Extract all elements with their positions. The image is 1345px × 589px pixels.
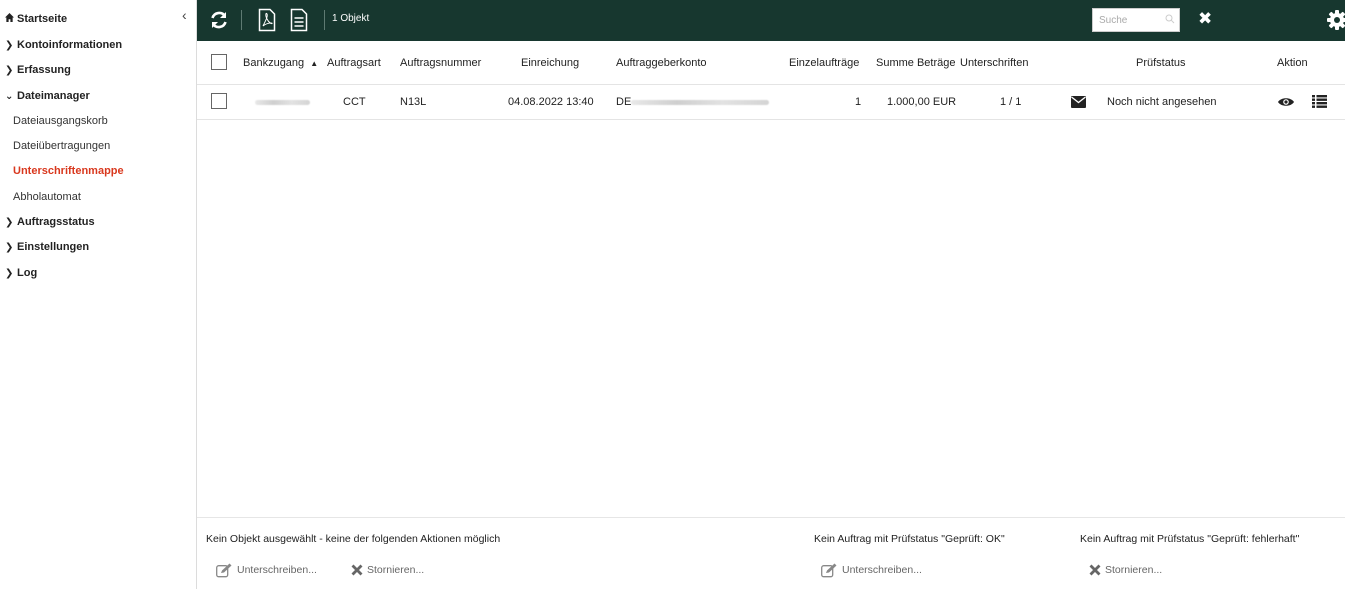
- cell-pruefstatus: Noch nicht angesehen: [1107, 96, 1217, 108]
- sidebar-subitem-unterschriftenmappe[interactable]: Unterschriftenmappe: [13, 164, 124, 178]
- cell-auftragsart: CCT: [343, 96, 366, 108]
- column-header-auftraggeberkonto[interactable]: Auftraggeberkonto: [616, 57, 707, 69]
- sidebar-item-log[interactable]: ❯ Log: [5, 266, 37, 280]
- sign-ok-button[interactable]: Unterschreiben...: [821, 561, 922, 579]
- action-bar: Kein Objekt ausgewählt - keine der folge…: [197, 517, 1345, 589]
- sidebar-subitem-abholautomat[interactable]: Abholautomat: [13, 190, 81, 204]
- column-header-unterschriften[interactable]: Unterschriften: [960, 57, 1028, 69]
- table-row[interactable]: CCT N13L 04.08.2022 13:40 DE 1 1.000,00 …: [197, 85, 1345, 120]
- object-count: 1 Objekt: [332, 13, 370, 24]
- gear-icon[interactable]: [1326, 9, 1345, 31]
- column-header-einreichung[interactable]: Einreichung: [521, 57, 579, 69]
- sidebar-item-label: Log: [17, 267, 38, 279]
- cancel-button[interactable]: Stornieren...: [351, 561, 424, 579]
- cell-auftraggeberkonto: DE: [616, 96, 632, 108]
- sidebar-item-label: Kontoinformationen: [17, 39, 123, 51]
- close-icon: [351, 564, 363, 576]
- refresh-icon[interactable]: [209, 8, 229, 32]
- list-icon[interactable]: [1312, 95, 1327, 111]
- column-header-auftragsart[interactable]: Auftragsart: [327, 57, 381, 69]
- edit-icon: [821, 563, 837, 578]
- edit-icon: [216, 563, 232, 578]
- sidebar-item-kontoinformationen[interactable]: ❯ Kontoinformationen: [5, 38, 122, 52]
- chevron-right-icon: ❯: [5, 40, 14, 51]
- toolbar: 1 Objekt ✖: [197, 0, 1345, 41]
- sidebar-subitem-dateiausgangskorb[interactable]: Dateiausgangskorb: [13, 114, 108, 128]
- cell-einreichung: 04.08.2022 13:40: [508, 96, 594, 108]
- column-header-bankzugang[interactable]: Bankzugang ▲: [243, 57, 318, 69]
- chevron-left-icon[interactable]: ‹: [182, 8, 187, 22]
- action-group-label: Kein Auftrag mit Prüfstatus "Geprüft: OK…: [814, 533, 1005, 545]
- chevron-right-icon: ❯: [5, 242, 14, 253]
- cell-summe: 1.000,00 EUR: [887, 96, 957, 108]
- column-header-aktion: Aktion: [1277, 57, 1308, 69]
- sidebar-item-label: Auftragsstatus: [17, 216, 95, 228]
- sign-button-label: Unterschreiben...: [842, 564, 922, 576]
- sidebar-item-label: Startseite: [17, 13, 68, 25]
- action-group-label: Kein Auftrag mit Prüfstatus "Geprüft: fe…: [1080, 533, 1300, 545]
- close-icon: [1089, 564, 1101, 576]
- action-group-label: Kein Objekt ausgewählt - keine der folge…: [206, 533, 501, 545]
- sidebar-item-startseite[interactable]: Startseite: [5, 12, 67, 26]
- pdf-icon[interactable]: [258, 8, 278, 32]
- column-header-summe[interactable]: Summe Beträge: [876, 57, 955, 69]
- column-header-label: Bankzugang: [243, 57, 305, 69]
- cell-einzelauftraege: 1: [855, 96, 862, 108]
- cell-unterschriften: 1 / 1: [1000, 96, 1022, 108]
- column-header-pruefstatus[interactable]: Prüfstatus: [1136, 57, 1186, 69]
- row-checkbox[interactable]: [211, 93, 227, 109]
- bankzugang-redacted: [255, 100, 310, 105]
- sign-button-label: Unterschreiben...: [237, 564, 317, 576]
- sign-button[interactable]: Unterschreiben...: [216, 561, 317, 579]
- cancel-button-label: Stornieren...: [367, 564, 425, 576]
- cancel-faulty-button[interactable]: Stornieren...: [1089, 561, 1162, 579]
- table-header: Bankzugang ▲ Auftragsart Auftragsnummer …: [197, 41, 1345, 85]
- chevron-right-icon: ❯: [5, 217, 14, 228]
- chevron-down-icon: ⌄: [5, 91, 14, 102]
- auftraggeberkonto-redacted: [631, 100, 769, 105]
- chevron-right-icon: ❯: [5, 268, 14, 279]
- sidebar-item-label: Einstellungen: [17, 241, 90, 253]
- document-icon[interactable]: [290, 8, 310, 32]
- toolbar-separator: [324, 10, 325, 30]
- home-icon: [5, 13, 17, 27]
- sidebar-item-einstellungen[interactable]: ❯ Einstellungen: [5, 240, 89, 254]
- search-icon[interactable]: [1165, 14, 1175, 24]
- sidebar-item-dateimanager[interactable]: ⌄ Dateimanager: [5, 89, 90, 103]
- sidebar-subitem-dateiuebertragungen[interactable]: Dateiübertragungen: [13, 139, 110, 153]
- envelope-icon[interactable]: [1071, 96, 1086, 111]
- sidebar-item-label: Dateimanager: [17, 90, 90, 102]
- sidebar-item-label: Erfassung: [17, 64, 71, 76]
- close-icon[interactable]: ✖: [1198, 9, 1212, 29]
- sidebar: ‹ Startseite ❯ Kontoinformationen ❯ Erfass…: [0, 0, 197, 589]
- sidebar-item-auftragsstatus[interactable]: ❯ Auftragsstatus: [5, 215, 95, 229]
- chevron-right-icon: ❯: [5, 65, 14, 76]
- cancel-button-label: Stornieren...: [1105, 564, 1163, 576]
- select-all-checkbox[interactable]: [211, 54, 227, 70]
- column-header-auftragsnummer[interactable]: Auftragsnummer: [400, 57, 481, 69]
- column-header-einzelauftraege[interactable]: Einzelaufträge: [789, 57, 859, 69]
- cell-auftragsnummer: N13L: [400, 96, 427, 108]
- sort-up-icon: ▲: [310, 59, 319, 68]
- sidebar-item-erfassung[interactable]: ❯ Erfassung: [5, 63, 71, 77]
- toolbar-separator: [241, 10, 242, 30]
- eye-icon[interactable]: [1278, 97, 1294, 110]
